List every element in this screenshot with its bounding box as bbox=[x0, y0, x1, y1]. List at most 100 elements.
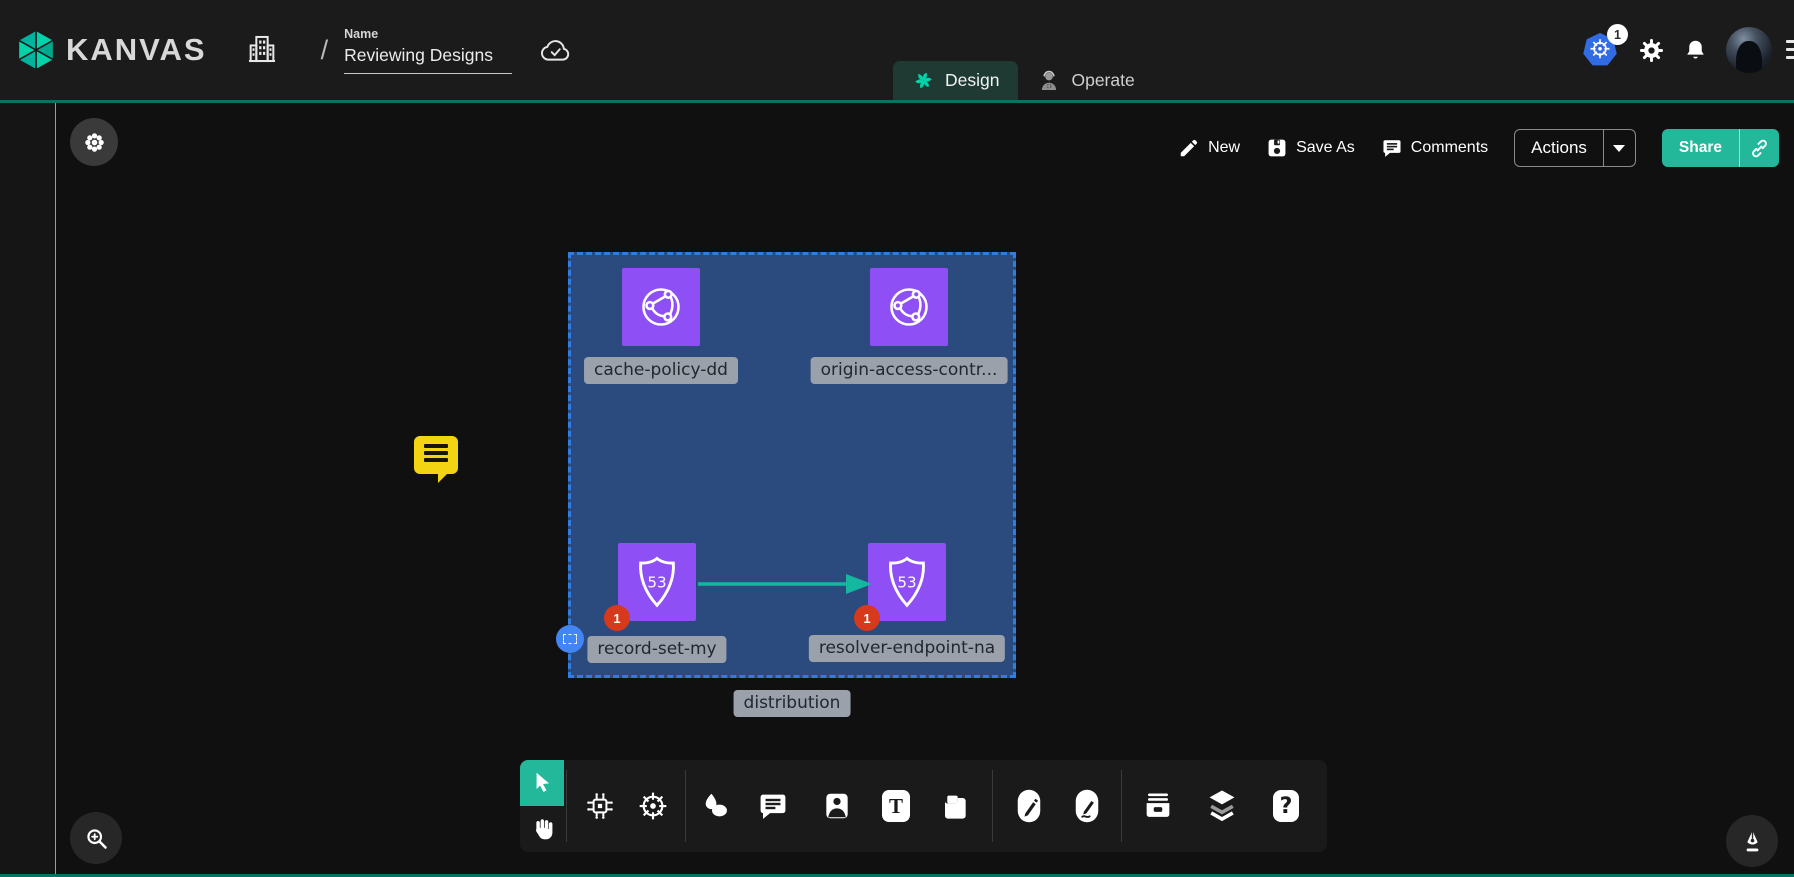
tab-operate-label: Operate bbox=[1071, 70, 1134, 91]
brand-name: KANVAS bbox=[66, 32, 207, 68]
design-swirl-icon bbox=[912, 69, 935, 92]
copy-link-button[interactable] bbox=[1739, 129, 1779, 167]
share-split-button: Share bbox=[1662, 129, 1779, 167]
hamburger-icon bbox=[1786, 40, 1794, 43]
actions-dropdown-button[interactable] bbox=[1603, 130, 1635, 166]
node-resolver-endpoint[interactable] bbox=[868, 543, 946, 621]
breadcrumb-separator: / bbox=[321, 35, 329, 66]
share-button[interactable]: Share bbox=[1662, 129, 1739, 167]
top-bar: KANVAS / Name Design Operate 1 bbox=[0, 0, 1794, 100]
top-bar-right: 1 bbox=[1580, 0, 1794, 100]
node-record-set-error-badge[interactable]: 1 bbox=[604, 605, 630, 631]
mode-tabs: Design Operate bbox=[893, 61, 1154, 100]
hand-icon bbox=[529, 816, 555, 842]
ship-wheel-icon bbox=[636, 789, 670, 823]
tool-doodle[interactable] bbox=[1065, 784, 1109, 828]
shapes-icon bbox=[700, 790, 732, 822]
comment-icon bbox=[1381, 137, 1403, 159]
operate-person-icon bbox=[1037, 69, 1061, 93]
tab-design[interactable]: Design bbox=[893, 61, 1018, 100]
canvas-quick-actions-button[interactable] bbox=[70, 118, 118, 166]
tool-select[interactable] bbox=[520, 760, 564, 806]
tool-pen[interactable] bbox=[1007, 784, 1051, 828]
node-resolver-endpoint-error-badge[interactable]: 1 bbox=[854, 605, 880, 631]
selection-handle[interactable] bbox=[556, 625, 584, 653]
tool-help[interactable]: ? bbox=[1264, 784, 1308, 828]
route53-resolver-endpoint-icon bbox=[878, 553, 936, 611]
chip-icon bbox=[584, 790, 616, 822]
design-name-input[interactable] bbox=[344, 43, 512, 74]
route53-record-set-icon bbox=[628, 553, 686, 611]
pen-mode-button[interactable] bbox=[1726, 815, 1778, 867]
tool-components[interactable] bbox=[578, 784, 622, 828]
tool-shapes[interactable] bbox=[694, 784, 738, 828]
comments-button[interactable]: Comments bbox=[1381, 137, 1488, 159]
flower-gear-icon bbox=[82, 130, 107, 155]
tool-note[interactable] bbox=[933, 784, 977, 828]
cloudfront-origin-access-control-icon bbox=[880, 278, 938, 336]
save-as-button-label: Save As bbox=[1296, 139, 1355, 157]
link-icon bbox=[1749, 138, 1770, 159]
kubernetes-context-button[interactable]: 1 bbox=[1580, 30, 1620, 70]
marquee-icon bbox=[563, 634, 577, 644]
settings-button[interactable] bbox=[1638, 37, 1665, 64]
question-mark-icon: ? bbox=[1273, 790, 1299, 822]
bell-icon bbox=[1683, 38, 1708, 63]
cursor-arrow-icon bbox=[529, 770, 555, 796]
node-label-record-set: record-set-my bbox=[587, 636, 726, 663]
gear-icon bbox=[1638, 37, 1665, 64]
layers-icon bbox=[1205, 788, 1239, 824]
menu-button[interactable] bbox=[1786, 35, 1794, 65]
tab-design-label: Design bbox=[945, 70, 999, 91]
tool-pan[interactable] bbox=[520, 806, 564, 852]
pencil-icon bbox=[1178, 137, 1200, 159]
doodle-pen-icon bbox=[1072, 787, 1102, 825]
node-label-cache-policy: cache-policy-dd bbox=[584, 357, 738, 384]
toolbar-divider bbox=[992, 770, 993, 842]
organization-button[interactable] bbox=[245, 32, 279, 69]
new-button[interactable]: New bbox=[1178, 137, 1240, 159]
node-cache-policy[interactable] bbox=[622, 268, 700, 346]
tool-layers[interactable] bbox=[1200, 784, 1244, 828]
toolbar-divider bbox=[685, 770, 686, 842]
toolbar-divider bbox=[566, 770, 567, 842]
design-name-label: Name bbox=[344, 27, 512, 41]
user-avatar[interactable] bbox=[1726, 27, 1772, 73]
comment-marker[interactable] bbox=[414, 436, 458, 474]
kanvas-logo-icon bbox=[14, 28, 58, 72]
drawer-archive-icon bbox=[1142, 790, 1174, 822]
tool-text[interactable]: T bbox=[874, 784, 918, 828]
comment-lines-icon bbox=[424, 444, 448, 448]
arrowhead-icon bbox=[846, 574, 872, 594]
tab-operate[interactable]: Operate bbox=[1018, 61, 1153, 100]
organization-icon bbox=[245, 32, 279, 66]
comment-bubble-icon bbox=[757, 790, 789, 822]
notifications-button[interactable] bbox=[1683, 38, 1708, 63]
tool-image[interactable] bbox=[815, 784, 859, 828]
zoom-in-icon bbox=[83, 825, 110, 852]
comments-button-label: Comments bbox=[1411, 139, 1488, 157]
bottom-toolbar: T ? bbox=[520, 760, 1327, 852]
node-label-resolver-endpoint: resolver-endpoint-na bbox=[809, 635, 1005, 662]
tool-drawer[interactable] bbox=[1136, 784, 1180, 828]
new-button-label: New bbox=[1208, 139, 1240, 157]
zoom-in-button[interactable] bbox=[70, 812, 122, 864]
node-label-origin-access-control: origin-access-contr... bbox=[811, 357, 1008, 384]
tool-kubernetes[interactable] bbox=[631, 784, 675, 828]
edge-record-set-to-resolver[interactable] bbox=[696, 570, 878, 598]
actions-button[interactable]: Actions bbox=[1515, 130, 1603, 166]
chevron-down-icon bbox=[1613, 145, 1625, 152]
node-origin-access-control[interactable] bbox=[870, 268, 948, 346]
pen-nib-icon bbox=[1739, 828, 1766, 855]
text-tool-icon: T bbox=[882, 790, 910, 822]
save-as-button[interactable]: Save As bbox=[1266, 137, 1355, 159]
kubernetes-context-count-badge: 1 bbox=[1607, 24, 1628, 45]
node-record-set[interactable] bbox=[618, 543, 696, 621]
group-label-distribution[interactable]: distribution bbox=[734, 690, 851, 717]
save-icon bbox=[1266, 137, 1288, 159]
toolbar-divider bbox=[1121, 770, 1122, 842]
tool-comment[interactable] bbox=[751, 784, 795, 828]
kanvas-app: KANVAS / Name Design Operate 1 bbox=[0, 0, 1794, 877]
brand-link[interactable]: KANVAS bbox=[14, 28, 207, 72]
left-sidebar bbox=[0, 103, 56, 877]
